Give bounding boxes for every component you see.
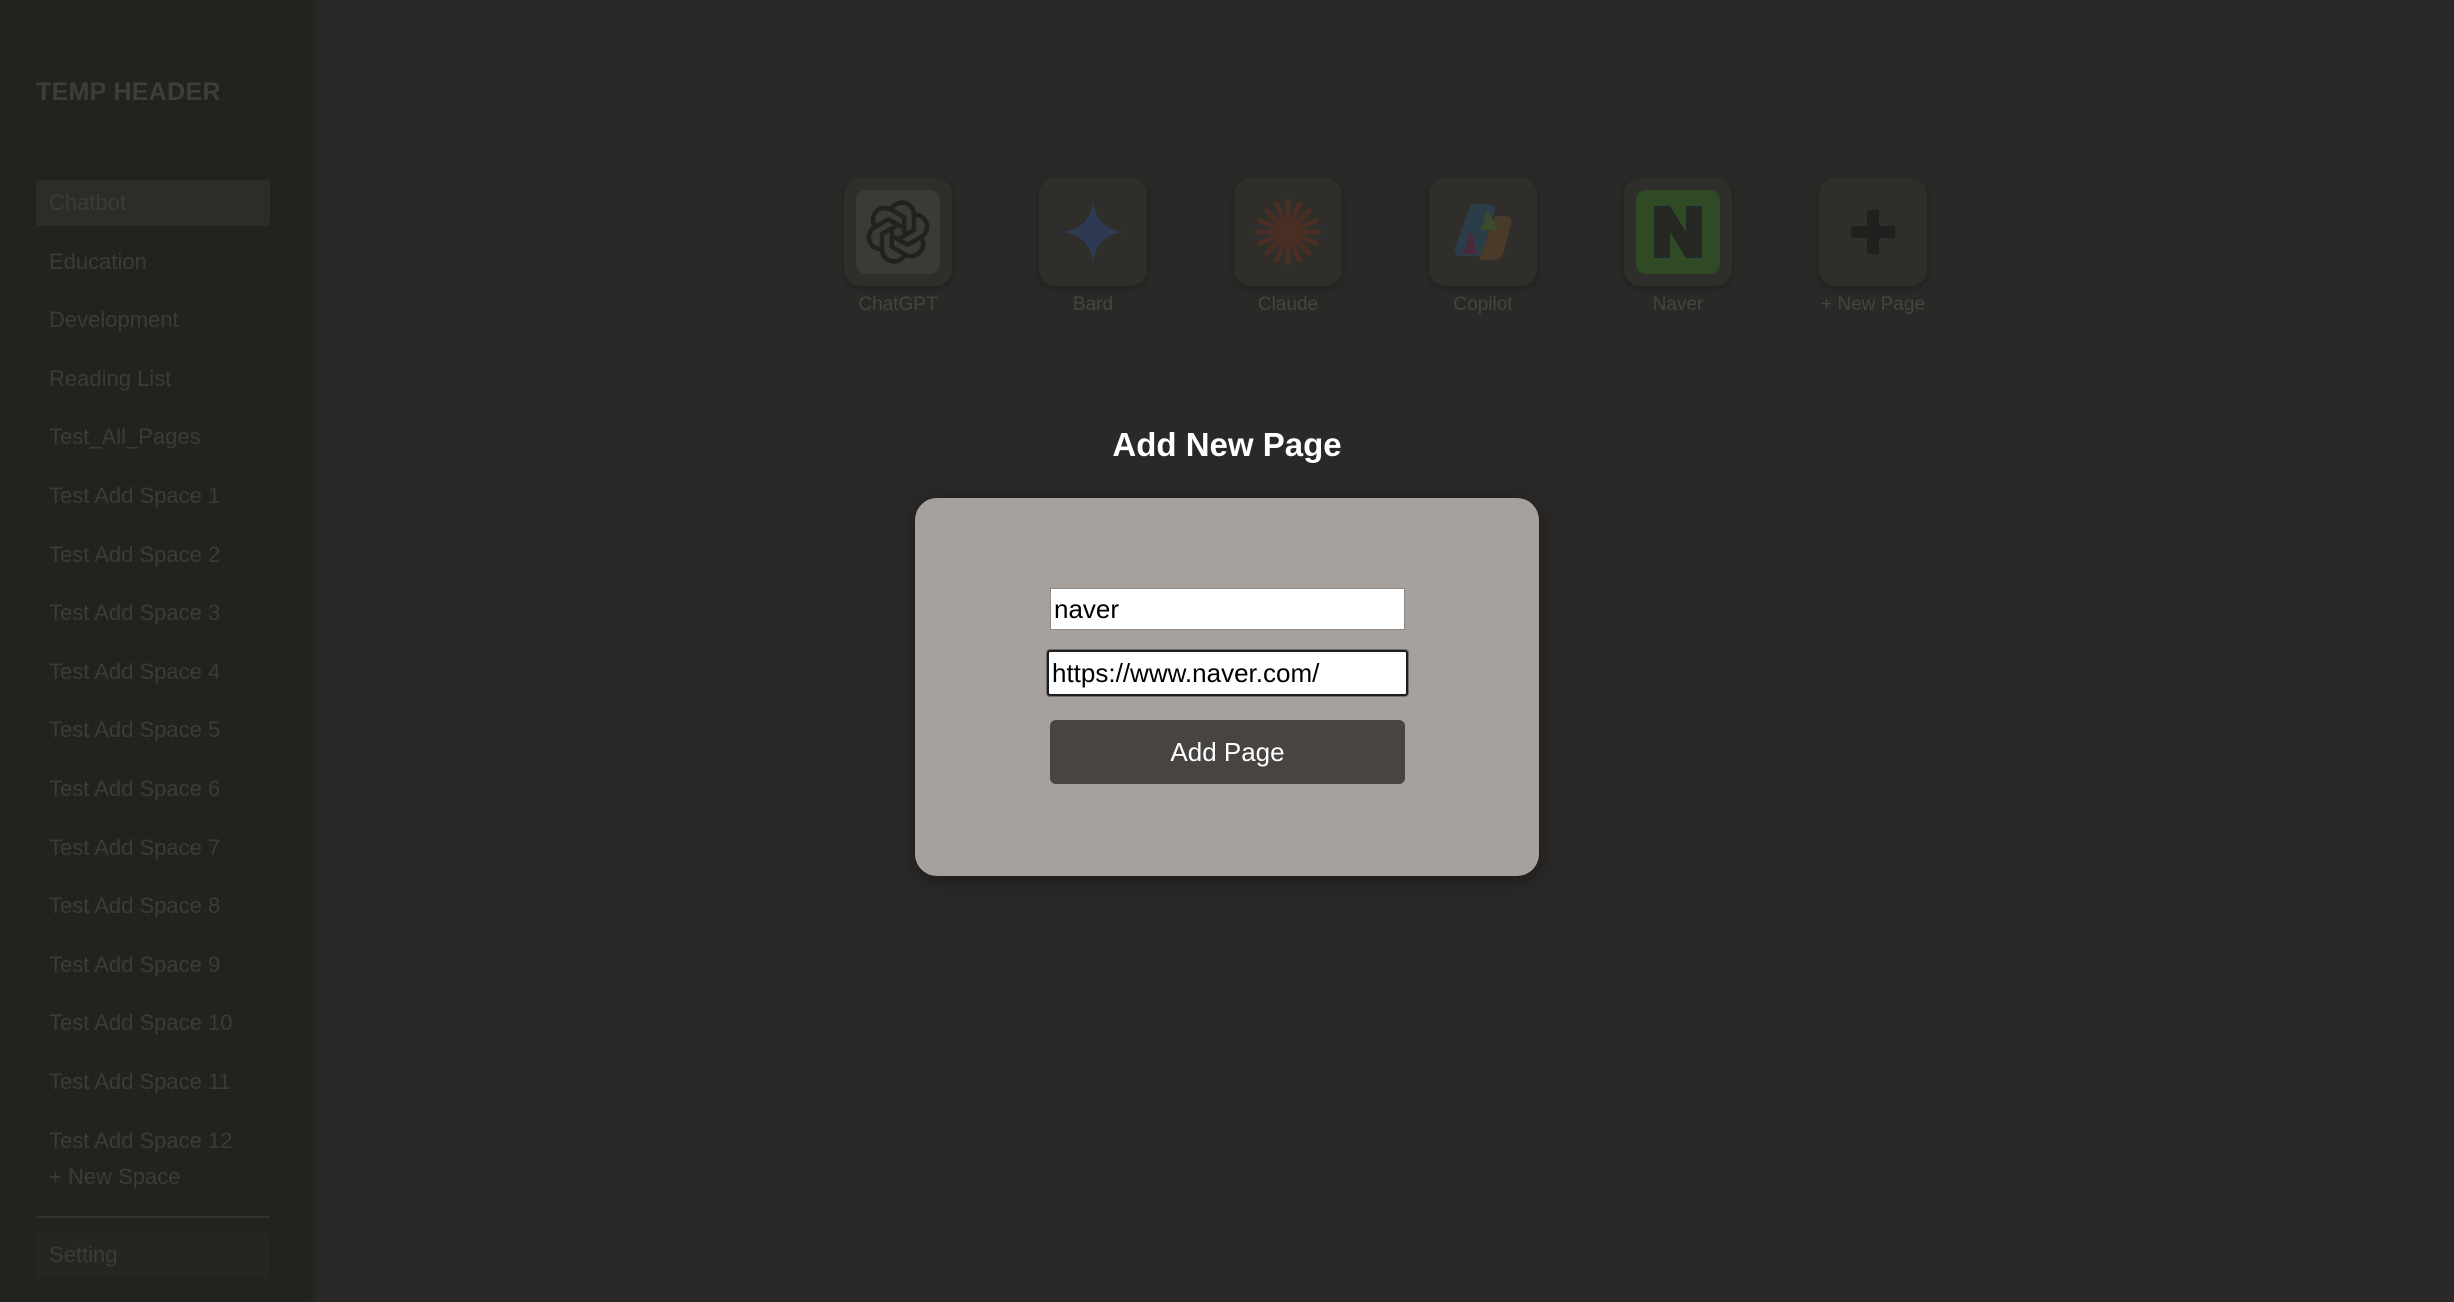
tile-bard[interactable]: Bard (1028, 178, 1158, 316)
sidebar-list: Chatbot Education Development Reading Li… (36, 180, 270, 1176)
add-page-dialog: Add Page (915, 498, 1539, 876)
tile-new-page[interactable]: + New Page (1808, 178, 1938, 316)
sidebar-item-test-add-space-3[interactable]: Test Add Space 3 (36, 590, 270, 636)
page-name-input[interactable] (1050, 588, 1405, 630)
sidebar-item-reading-list[interactable]: Reading List (36, 356, 270, 402)
sidebar-item-test-add-space-4[interactable]: Test Add Space 4 (36, 649, 270, 695)
page-tiles: ChatGPT Bard Claude Copilot Naver + New … (833, 178, 1933, 318)
modal-title: Add New Page (1112, 426, 1342, 463)
sidebar-item-development[interactable]: Development (36, 297, 270, 343)
new-space-button[interactable]: + New Space (49, 1164, 180, 1190)
naver-n-icon (1624, 178, 1732, 286)
tile-chatgpt[interactable]: ChatGPT (833, 178, 963, 316)
tile-label-chatgpt: ChatGPT (858, 294, 938, 315)
sidebar-header: TEMP HEADER (36, 78, 221, 106)
sidebar-item-test-add-space-6[interactable]: Test Add Space 6 (36, 766, 270, 812)
tile-label-naver: Naver (1652, 294, 1704, 315)
sidebar-item-test-add-space-5[interactable]: Test Add Space 5 (36, 707, 270, 753)
sidebar-item-chatbot[interactable]: Chatbot (36, 180, 270, 226)
sidebar-item-test-add-space-12[interactable]: Test Add Space 12 (36, 1118, 270, 1164)
tile-label-new-page: + New Page (1820, 294, 1926, 315)
chatgpt-logo-icon (844, 178, 952, 286)
tile-claude[interactable]: Claude (1223, 178, 1353, 316)
bard-star-icon (1039, 178, 1147, 286)
claude-burst-icon (1234, 178, 1342, 286)
setting-button[interactable]: Setting (36, 1232, 270, 1278)
sidebar-item-test-all-pages[interactable]: Test_All_Pages (36, 414, 270, 460)
tile-label-claude: Claude (1257, 294, 1319, 315)
sidebar-item-test-add-space-2[interactable]: Test Add Space 2 (36, 532, 270, 578)
page-url-input[interactable] (1047, 650, 1408, 696)
sidebar-item-test-add-space-10[interactable]: Test Add Space 10 (36, 1000, 270, 1046)
sidebar-item-test-add-space-1[interactable]: Test Add Space 1 (36, 473, 270, 519)
sidebar-item-test-add-space-7[interactable]: Test Add Space 7 (36, 825, 270, 871)
tile-label-copilot: Copilot (1453, 294, 1513, 315)
sidebar: TEMP HEADER Chatbot Education Developmen… (0, 0, 309, 1302)
plus-icon (1819, 178, 1927, 286)
tile-copilot[interactable]: Copilot (1418, 178, 1548, 316)
tile-label-bard: Bard (1072, 294, 1114, 315)
sidebar-item-education[interactable]: Education (36, 239, 270, 285)
modal-title-wrap: Add New Page (915, 426, 1539, 464)
add-page-button[interactable]: Add Page (1050, 720, 1405, 784)
tile-naver[interactable]: Naver (1613, 178, 1743, 316)
sidebar-item-test-add-space-11[interactable]: Test Add Space 11 (36, 1059, 270, 1105)
sidebar-item-test-add-space-8[interactable]: Test Add Space 8 (36, 883, 270, 929)
copilot-logo-icon (1429, 178, 1537, 286)
sidebar-item-test-add-space-9[interactable]: Test Add Space 9 (36, 942, 270, 988)
sidebar-divider (36, 1216, 270, 1218)
